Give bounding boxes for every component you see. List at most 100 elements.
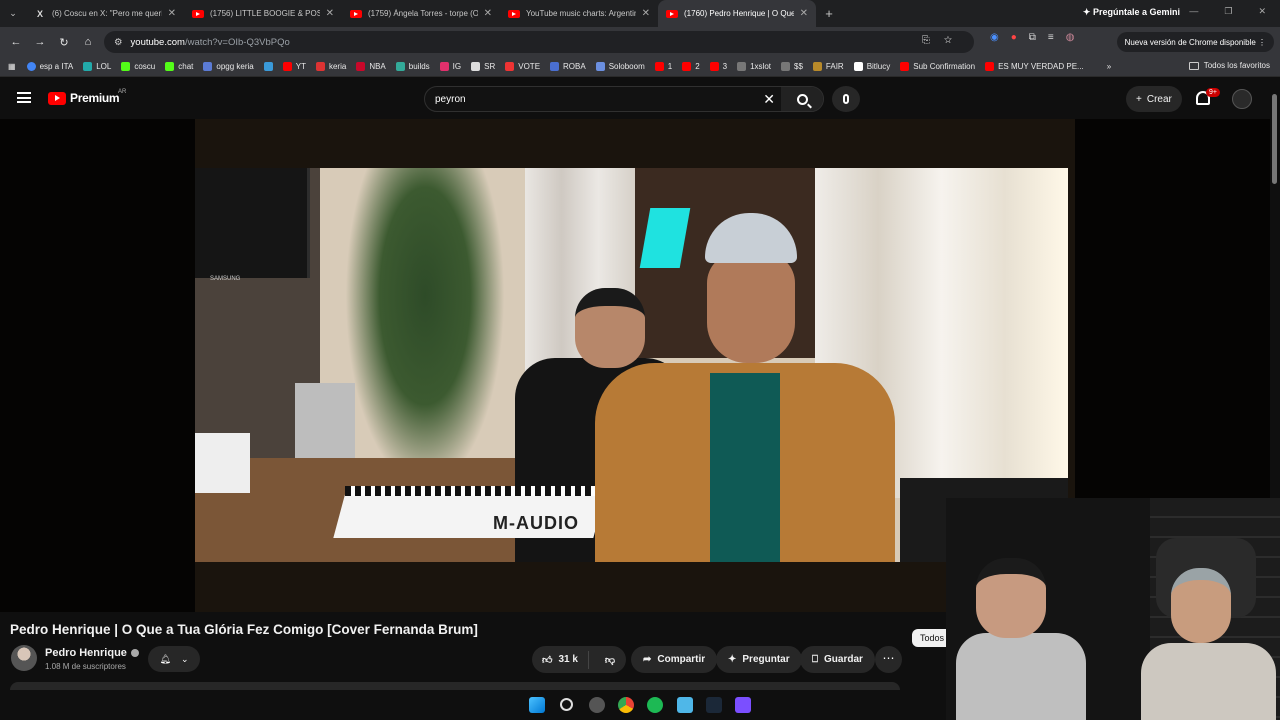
back-icon[interactable]: ← — [6, 36, 26, 48]
menu-icon[interactable] — [17, 92, 31, 103]
ask-button[interactable]: ✦ Preguntar — [716, 646, 802, 673]
new-tab-icon[interactable]: + — [816, 6, 842, 21]
bookmark[interactable] — [259, 62, 278, 71]
like-button[interactable]: 👍︎ 31 k — [532, 650, 589, 669]
bookmark-icon — [737, 62, 747, 71]
bookmark[interactable]: Bitlucy — [849, 62, 896, 71]
app-icon[interactable] — [735, 697, 751, 713]
search-input[interactable]: peyron ✕ — [424, 86, 824, 112]
cast-star-icons[interactable]: ⎘☆ — [922, 35, 966, 46]
more-actions-icon[interactable]: ⋯ — [875, 646, 902, 673]
close-tab-icon[interactable]: ✕ — [642, 8, 650, 19]
puzzle-icon[interactable]: ⧉ — [1029, 32, 1036, 43]
thumbs-up-icon: 👍︎ — [542, 654, 553, 666]
apps-icon[interactable]: ▦ — [8, 62, 16, 71]
minimize-icon[interactable]: — — [1189, 6, 1198, 17]
account-avatar[interactable] — [1232, 89, 1252, 109]
bookmark[interactable]: IG — [435, 62, 466, 71]
profile-icon[interactable]: ◍ — [1066, 32, 1075, 43]
bookmark[interactable]: SR — [466, 62, 500, 71]
tab-search-chevron-icon[interactable]: ⌄ — [0, 8, 26, 19]
tab-title: (6) Coscu en X: "Pero me quería — [52, 9, 162, 18]
bookmark-label: coscu — [134, 62, 156, 71]
youtube-icon — [508, 9, 520, 18]
bookmark[interactable]: VOTE — [500, 62, 545, 71]
forward-icon[interactable]: → — [30, 36, 50, 48]
like-dislike-group: 👍︎ 31 k 👎︎ — [532, 646, 626, 673]
more-bookmarks-icon[interactable]: » — [1107, 62, 1111, 71]
tab-title: (1756) LITTLE BOOGIE & POST — [210, 9, 320, 18]
bookmark[interactable]: chat — [160, 62, 198, 71]
search-icon[interactable] — [560, 698, 573, 711]
nba-icon — [356, 62, 366, 71]
notepad-icon[interactable] — [677, 697, 693, 713]
windows-taskbar — [0, 690, 946, 720]
tab-title: (1759) Ángela Torres - torpe (O — [368, 9, 478, 18]
search-button[interactable] — [781, 87, 823, 111]
all-bookmarks[interactable]: Todos los favoritos — [1188, 61, 1270, 70]
bookmark[interactable]: 2 — [677, 62, 704, 71]
close-tab-icon[interactable]: ✕ — [800, 8, 808, 19]
home-icon[interactable]: ⌂ — [78, 36, 98, 48]
bookmark[interactable]: LOL — [78, 62, 116, 71]
voice-search-button[interactable] — [832, 86, 860, 112]
channel-name-link[interactable]: Pedro Henrique — [45, 647, 139, 659]
browser-tab[interactable]: (1759) Ángela Torres - torpe (O ✕ — [342, 0, 500, 27]
bookmark[interactable]: opgg keria — [198, 62, 258, 71]
browser-tab-active[interactable]: (1760) Pedro Henrique | O Que ✕ — [658, 0, 816, 27]
browser-tab[interactable]: (1756) LITTLE BOOGIE & POST ✕ — [184, 0, 342, 27]
site-info-icon[interactable]: ⚙ — [114, 37, 123, 48]
bookmark-icon: ⎕ — [812, 654, 818, 665]
clear-search-icon[interactable]: ✕ — [763, 91, 775, 108]
channel-avatar[interactable] — [11, 645, 37, 671]
bookmark[interactable]: 1 — [650, 62, 677, 71]
bookmark[interactable]: coscu — [116, 62, 160, 71]
close-tab-icon[interactable]: ✕ — [168, 8, 176, 19]
bookmark[interactable]: builds — [391, 62, 435, 71]
close-window-icon[interactable]: ✕ — [1258, 6, 1266, 17]
task-app-icon[interactable] — [589, 697, 605, 713]
save-button[interactable]: ⎕ Guardar — [800, 646, 875, 673]
video-frame[interactable]: SAMSUNG M-AUDIO — [195, 168, 1068, 562]
youtube-logo[interactable]: Premium — [48, 91, 120, 105]
url-bar[interactable]: ⚙ youtube.com/watch?v=OIb-Q3VbPQo ⎘☆ — [104, 31, 974, 53]
dislike-button[interactable]: 👎︎ — [595, 654, 625, 666]
bookmark-icon — [263, 62, 273, 71]
bookmark-label: $$ — [794, 62, 803, 71]
extension-icon[interactable]: ● — [1011, 32, 1017, 43]
close-tab-icon[interactable]: ✕ — [484, 8, 492, 19]
gemini-button[interactable]: ✦ Pregúntale a Gemini — [1083, 7, 1180, 18]
bookmark[interactable]: YT — [278, 62, 311, 71]
bookmark[interactable]: ES MUY VERDAD PE... — [980, 62, 1089, 71]
chrome-update-button[interactable]: Nueva versión de Chrome disponible ⋮ — [1116, 32, 1274, 52]
bookmark[interactable]: Sub Confirmation — [895, 62, 980, 71]
bookmark[interactable]: Soloboom — [591, 62, 650, 71]
bookmark[interactable]: NBA — [351, 62, 390, 71]
bookmark[interactable]: FAIR — [808, 62, 849, 71]
media-icon[interactable]: ≡ — [1048, 32, 1054, 43]
bookmark[interactable]: ROBA — [545, 62, 591, 71]
close-tab-icon[interactable]: ✕ — [326, 8, 334, 19]
region-code: AR — [118, 89, 127, 95]
create-label: Crear — [1146, 93, 1172, 105]
chrome-icon[interactable] — [618, 697, 634, 713]
maximize-icon[interactable]: ❐ — [1224, 6, 1232, 17]
steam-icon[interactable] — [706, 697, 722, 713]
share-button[interactable]: ➦ Compartir — [631, 646, 718, 673]
reload-icon[interactable]: ↻ — [54, 36, 74, 49]
bookmark[interactable]: 1xslot — [732, 62, 776, 71]
instagram-icon — [439, 62, 449, 71]
subscription-bell-button[interactable]: 🔔︎ ⌄ — [148, 646, 200, 672]
bookmark[interactable]: 3 — [705, 62, 732, 71]
browser-tab[interactable]: X (6) Coscu en X: "Pero me quería ✕ — [26, 0, 184, 27]
bookmark[interactable]: keria — [311, 62, 351, 71]
windows-start-icon[interactable] — [529, 697, 545, 713]
bookmark[interactable]: esp a ITA — [22, 62, 79, 71]
extension-icon[interactable]: ◉ — [990, 32, 999, 43]
webcam-person-right — [1131, 548, 1276, 720]
scrollbar-thumb[interactable] — [1272, 94, 1277, 184]
bookmark[interactable]: $$ — [776, 62, 808, 71]
browser-tab[interactable]: YouTube music charts: Argentin ✕ — [500, 0, 658, 27]
create-button[interactable]: + Crear — [1126, 86, 1182, 112]
spotify-icon[interactable] — [647, 697, 663, 713]
